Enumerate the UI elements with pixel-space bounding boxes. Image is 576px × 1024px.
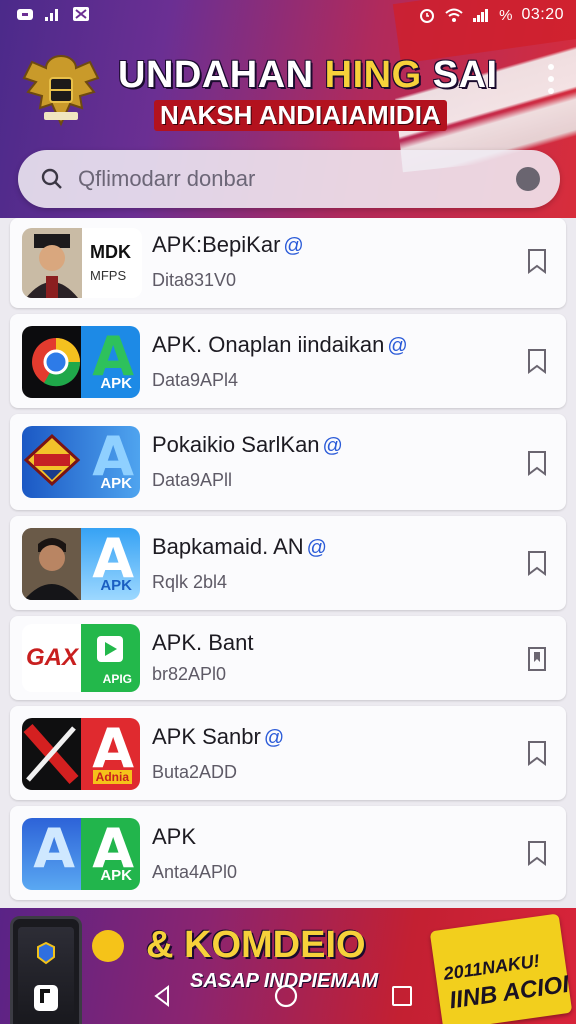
home-button[interactable] [266,976,306,1016]
overflow-menu-icon[interactable] [546,64,556,94]
signal-icon [45,9,58,21]
app-thumbnail: A APK [22,426,140,498]
clear-search-icon[interactable] [516,167,540,191]
app-thumbnail: MDK MFPS [22,228,142,298]
person-portrait-icon [22,228,82,298]
alarm-icon [420,9,435,23]
bookmark-filled-icon[interactable] [526,646,548,672]
item-subtitle: Data9APll [152,470,233,490]
person-portrait-icon [22,528,81,600]
list-item[interactable]: A APK Bapkamaid. AN @ Rqlk 2bl4 [10,516,566,610]
item-subtitle: Rqlk 2bl4 [152,572,228,592]
thumb-text: GAX [26,644,79,671]
thumb-label: Adnia [92,770,132,784]
wifi-icon [445,8,463,22]
search-icon [41,168,62,189]
notification-icon [73,7,89,21]
app-thumbnail: GAX APIG [22,624,140,692]
item-title: APK. Onaplan iindaikan @ [152,332,408,357]
list-item[interactable]: GAX APIG APK. Bant br82APl0 [10,616,566,700]
x-logo-icon [23,724,79,784]
back-button[interactable] [142,976,182,1016]
thumb-label: APK [100,577,132,594]
item-subtitle: Anta4APl0 [152,862,238,882]
recents-button[interactable] [382,976,422,1016]
list-item[interactable]: MDK MFPS APK:BepiKar @ Dita831V0 [10,218,566,308]
item-title: Bapkamaid. AN @ [152,534,327,559]
item-subtitle: Buta2ADD [152,762,238,782]
search-input[interactable] [78,158,498,200]
clock-time: 03:20 [521,6,564,23]
list-item[interactable]: A Adnia APK Sanbr @ Buta2ADD [10,706,566,800]
thumb-subtext: MFPS [90,268,127,283]
garuda-emblem-icon [22,54,100,127]
bookmark-outline-icon[interactable] [526,348,548,374]
app-header: % 03:20 UNDAHAN HING SAI NAKSH ANDIAIAMI… [0,0,576,218]
app-thumbnail: A Adnia [22,718,140,790]
apk-logo-icon: A [92,718,134,780]
item-subtitle: Data9APl4 [152,370,239,390]
thumb-label: APK [100,375,132,392]
app-thumbnail: A APK [22,528,140,600]
recents-icon [392,986,412,1006]
app-title: UNDAHAN HING SAI [118,54,498,96]
list-item[interactable]: A APK Pokaikio SarlKan @ Data9APll [10,414,566,510]
system-nav-bar [0,966,576,1024]
back-icon [154,985,169,1007]
app-subtitle: NAKSH ANDIAIAMIDIA [154,100,447,131]
bookmark-outline-icon[interactable] [526,450,548,476]
shield-badge-icon [23,433,81,487]
app-thumbnail: A APK [22,326,140,398]
item-title: Pokaikio SarlKan @ [152,432,343,457]
list-item[interactable]: A APK APK. Onaplan iindaikan @ Data9APl4 [10,314,566,408]
item-subtitle: Dita831V0 [152,270,237,290]
thumb-text: MDK [90,242,131,262]
promo-badge-icon [92,930,124,962]
thumb-label: APK [100,475,132,492]
bookmark-outline-icon[interactable] [526,840,548,866]
cloud-icon [17,9,33,20]
list-item[interactable]: A A APK APK Anta4APl0 [10,806,566,900]
item-title: APK Sanbr @ [152,724,285,749]
apk-logo-icon: A [33,818,75,880]
thumb-label: APIG [102,672,132,686]
search-bar[interactable] [18,150,560,208]
item-title: APK:BepiKar @ [152,232,304,257]
bookmark-outline-icon[interactable] [526,248,548,274]
home-icon [274,984,298,1008]
item-title: APK. Bant [152,630,254,655]
app-thumbnail: A A APK [22,818,140,890]
status-bar: % 03:20 [0,0,576,34]
signal-strength-icon [473,9,489,22]
thumb-label: APK [100,867,132,884]
battery-percent: % [499,6,513,24]
item-subtitle: br82APl0 [152,664,227,684]
browser-logo-icon [32,338,81,387]
item-title: APK [152,824,197,849]
bookmark-outline-icon[interactable] [526,740,548,766]
bookmark-outline-icon[interactable] [526,550,548,576]
promo-title: & KOMDEIO [146,924,366,966]
